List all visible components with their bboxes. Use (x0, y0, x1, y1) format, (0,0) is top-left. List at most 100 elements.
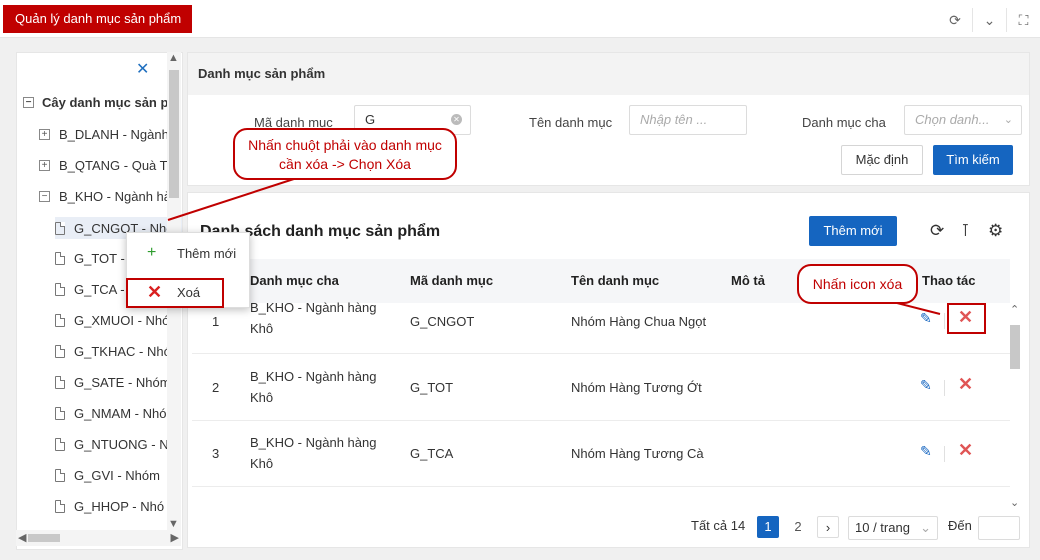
divider (944, 446, 945, 462)
column-header: Danh mục cha (250, 273, 339, 288)
add-category-button[interactable]: Thêm mới (809, 216, 897, 246)
table-row[interactable]: 1 B_KHO - Ngành hàng Khô G_CNGOT Nhóm Hà… (192, 300, 1010, 354)
document-icon (55, 376, 65, 389)
row-parent: B_KHO - Ngành hàng Khô (250, 369, 377, 405)
scroll-down-icon[interactable]: ⌄ (1010, 496, 1019, 509)
column-header: Tên danh mục (571, 273, 660, 288)
tree-node-g-sate[interactable]: G_SATE - Nhóm (55, 375, 171, 390)
scroll-up-icon[interactable]: ⌃ (1010, 303, 1019, 316)
edit-pencil-icon[interactable]: ✎ (920, 310, 932, 327)
tree-node-g-tkhac[interactable]: G_TKHAC - Nhó (55, 344, 171, 359)
scroll-left-icon[interactable]: ◀ (18, 531, 26, 544)
delete-x-icon[interactable]: ✕ (958, 374, 973, 395)
parent-select[interactable]: Chọn danh... ⌄ (904, 105, 1022, 135)
tree-node-label: B_QTANG - Quà Tả (59, 158, 175, 173)
document-icon (55, 283, 65, 296)
table-vertical-scrollbar[interactable]: ⌃ ⌄ (1008, 303, 1022, 509)
row-index: 1 (212, 314, 220, 329)
tree-node-g-nmam[interactable]: G_NMAM - Nhó (55, 406, 166, 421)
document-icon (55, 252, 65, 265)
highlight-delete-menu (126, 278, 224, 308)
name-input[interactable]: Nhập tên ... (629, 105, 747, 135)
row-name: Nhóm Hàng Chua Ngọt (571, 314, 707, 329)
tree-root-label: Cây danh mục sản p (42, 95, 169, 110)
tree-node-g-ntuong[interactable]: G_NTUONG - N (55, 437, 169, 452)
scroll-thumb[interactable] (28, 534, 60, 542)
code-input-value: G (365, 112, 376, 127)
plus-icon: + (147, 244, 157, 261)
tree-horizontal-scrollbar[interactable]: ◀ ▶ (16, 530, 181, 546)
tree-node-label: G_HHOP - Nhó (74, 499, 165, 514)
tree-node-g-gvi[interactable]: G_GVI - Nhóm (55, 468, 160, 483)
context-menu-add[interactable]: + Thêm mới (127, 238, 251, 268)
top-bar: Quản lý danh mục sản phẩm ⟳ ⌄ ⛶ (0, 0, 1040, 38)
edit-pencil-icon[interactable]: ✎ (920, 443, 932, 460)
table-row[interactable]: 3 B_KHO - Ngành hàng Khô G_TCA Nhóm Hàng… (192, 421, 1010, 487)
tree-node-label: G_SATE - Nhóm (74, 375, 171, 390)
edit-pencil-icon[interactable]: ✎ (920, 377, 932, 394)
category-list-panel: Danh sách danh mục sản phẩm Thêm mới ⟳ ⊺… (187, 192, 1030, 548)
row-code: G_CNGOT (410, 314, 475, 329)
page-button-1[interactable]: 1 (757, 516, 779, 538)
column-header: Mô tả (731, 273, 765, 288)
tree-root[interactable]: − Cây danh mục sản p (23, 95, 168, 110)
tree-node-b-qtang[interactable]: + B_QTANG - Quà Tả (39, 158, 175, 173)
expand-icon[interactable]: + (39, 129, 50, 140)
refresh-icon[interactable]: ⟳ (938, 8, 972, 32)
tree-node-label: G_NMAM - Nhó (74, 406, 167, 421)
highlight-delete-icon (947, 303, 986, 334)
parent-label: Danh mục cha (802, 115, 886, 130)
search-button[interactable]: Tìm kiếm (933, 145, 1013, 175)
tree-node-label: B_KHO - Ngành hà (59, 189, 172, 204)
tree-node-label: B_DLANH - Ngành (59, 127, 169, 142)
row-parent: B_KHO - Ngành hàng Khô (250, 300, 377, 336)
tree-node-label: G_NTUONG - N (74, 437, 169, 452)
collapse-icon[interactable]: − (39, 191, 50, 202)
clear-icon[interactable]: ✕ (451, 114, 462, 125)
page-size-select[interactable]: 10 / trang ⌄ (848, 516, 938, 540)
fullscreen-icon[interactable]: ⛶ (1006, 8, 1040, 32)
document-icon (55, 438, 65, 451)
collapse-icon[interactable]: − (23, 97, 34, 108)
chevron-down-icon: ⌄ (920, 520, 931, 535)
tree-node-label: G_TKHAC - Nhó (74, 344, 171, 359)
scroll-thumb[interactable] (1010, 325, 1020, 369)
window-actions: ⟳ ⌄ ⛶ (938, 8, 1040, 32)
settings-gear-icon[interactable]: ⚙ (988, 221, 1003, 241)
tree-node-g-xmuoi[interactable]: G_XMUOI - Nhó (55, 313, 169, 328)
close-icon[interactable]: ✕ (136, 59, 149, 79)
expand-icon[interactable]: + (39, 160, 50, 171)
tree-node-label: G_XMUOI - Nhó (74, 313, 170, 328)
row-name: Nhóm Hàng Tương Ớt (571, 380, 702, 395)
scroll-down-icon[interactable]: ▼ (168, 518, 179, 530)
context-menu-add-label: Thêm mới (177, 245, 237, 261)
chevron-down-icon[interactable]: ⌄ (972, 8, 1006, 32)
annotation-click-icon: Nhấn icon xóa (797, 264, 918, 304)
scroll-thumb[interactable] (169, 70, 179, 198)
annotation-right-click: Nhấn chuột phải vào danh mục cần xóa -> … (233, 128, 457, 180)
column-header: Thao tác (922, 273, 976, 288)
document-icon (55, 221, 65, 235)
tree-node-g-hhop[interactable]: G_HHOP - Nhó (55, 499, 164, 514)
column-height-icon[interactable]: ⊺ (961, 221, 970, 241)
document-icon (55, 407, 65, 420)
table-row[interactable]: 2 B_KHO - Ngành hàng Khô G_TOT Nhóm Hàng… (192, 354, 1010, 421)
tree-node-b-kho[interactable]: − B_KHO - Ngành hà (39, 189, 171, 204)
total-count: Tất cả 14 (691, 518, 746, 533)
scroll-right-icon[interactable]: ▶ (171, 531, 179, 544)
next-page-icon[interactable]: › (817, 516, 839, 538)
tree-node-b-dlanh[interactable]: + B_DLANH - Ngành (39, 127, 169, 142)
row-index: 2 (212, 380, 220, 395)
goto-label: Đến (948, 518, 972, 533)
name-label: Tên danh mục (529, 115, 613, 130)
page-tab-title[interactable]: Quản lý danh mục sản phẩm (3, 5, 192, 33)
divider (944, 313, 945, 329)
document-icon (55, 345, 65, 358)
scroll-up-icon[interactable]: ▲ (168, 52, 179, 64)
filter-title: Danh mục sản phẩm (188, 53, 1029, 95)
reload-icon[interactable]: ⟳ (930, 221, 944, 241)
page-button-2[interactable]: 2 (787, 516, 809, 538)
reset-button[interactable]: Mặc định (841, 145, 923, 175)
goto-page-input[interactable] (978, 516, 1020, 540)
delete-x-icon[interactable]: ✕ (958, 440, 973, 461)
